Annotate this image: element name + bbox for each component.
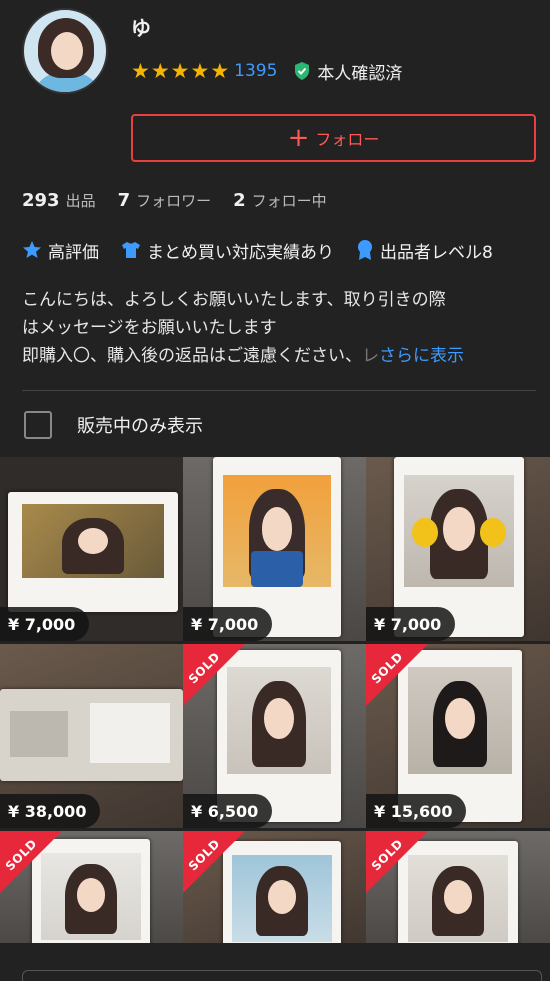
item-tile[interactable]: ¥ 7,000 [0,457,183,641]
divider [22,390,536,391]
stat-followers[interactable]: 7 フォロワー [118,190,212,211]
stat-following[interactable]: 2 フォロー中 [233,190,327,211]
badge-bundle: まとめ買い対応実績あり [121,238,334,263]
on-sale-checkbox[interactable] [24,411,52,439]
rating-row[interactable]: ★ ★ ★ ★ ★ 1395 本人確認済 [131,58,402,84]
plus-icon: + [287,123,310,153]
sold-ribbon: SOLD [183,831,245,893]
show-more-link[interactable]: さらに表示 [379,346,464,366]
star-icon: ★ [170,58,190,83]
bottom-action-bar[interactable] [22,970,542,981]
stat-listings[interactable]: 293 出品 [22,190,96,211]
badge-high-rating: 高評価 [22,238,99,263]
sold-ribbon: SOLD [366,644,428,706]
on-sale-filter-label: 販売中のみ表示 [77,416,203,437]
profile-bio: こんにちは、よろしくお願いいたします、取り引きの際 はメッセージをお願いいたしま… [22,290,464,366]
rating-count[interactable]: 1395 [234,61,277,81]
item-price: ¥ 7,000 [183,607,273,641]
star-icon: ★ [190,58,210,83]
star-icon: ★ [150,58,170,83]
sold-ribbon: SOLD [366,831,428,893]
sold-ribbon: SOLD [0,831,62,893]
seller-badges: 高評価 まとめ買い対応実績あり 出品者レベル8 [22,236,515,264]
item-price: ¥ 6,500 [183,794,273,828]
item-tile[interactable]: SOLD [0,831,183,943]
username: ゆ [131,16,151,40]
shield-check-icon [295,62,310,80]
on-sale-filter[interactable]: 販売中のみ表示 [22,410,203,440]
item-tile[interactable]: ¥ 7,000 [183,457,366,641]
item-tile[interactable]: ¥ 7,000 [366,457,550,641]
item-tile[interactable]: SOLD [183,831,366,943]
item-grid: ¥ 7,000 ¥ 7,000 ¥ 7,000 ¥ 38,000 SOLD ¥ … [0,457,550,943]
item-price: ¥ 7,000 [0,607,90,641]
profile-header: ゆ ★ ★ ★ ★ ★ 1395 本人確認済 [0,0,550,110]
item-price: ¥ 38,000 [0,794,101,828]
star-icon: ★ [131,58,150,83]
badge-seller-level: 出品者レベル8 [356,238,493,263]
sold-ribbon: SOLD [183,644,245,706]
item-tile[interactable]: ¥ 38,000 [0,644,183,828]
medal-icon [358,240,372,260]
follow-button[interactable]: + フォロー [131,114,536,162]
avatar[interactable] [22,8,108,94]
item-tile[interactable]: SOLD ¥ 6,500 [183,644,366,828]
item-tile[interactable]: SOLD [366,831,550,943]
follow-button-label: フォロー [315,130,380,149]
star-icon: ★ [210,58,230,83]
star-icon [23,241,41,258]
verified-label: 本人確認済 [317,63,403,84]
shirt-icon [122,242,140,258]
item-price: ¥ 15,600 [366,794,467,828]
item-tile[interactable]: SOLD ¥ 15,600 [366,644,550,828]
profile-stats: 293 出品 7 フォロワー 2 フォロー中 [22,190,349,216]
item-price: ¥ 7,000 [366,607,456,641]
